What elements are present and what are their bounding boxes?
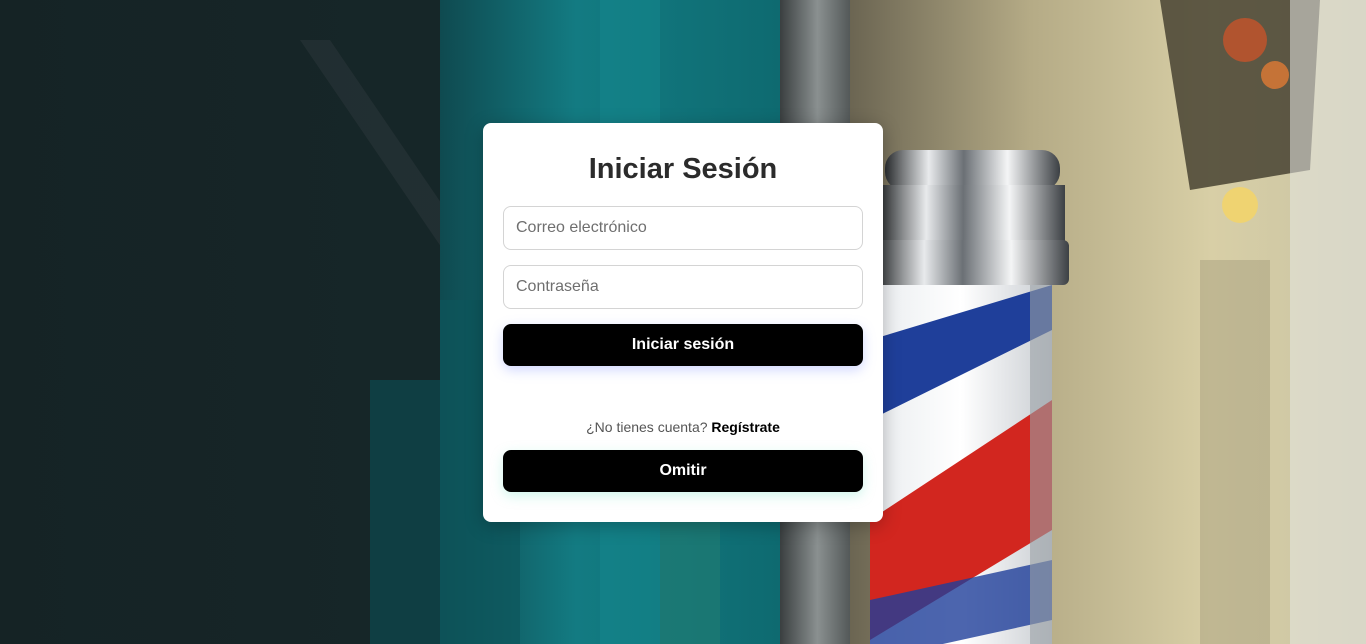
register-prompt: ¿No tienes cuenta? Regístrate bbox=[483, 419, 883, 435]
email-field[interactable] bbox=[503, 206, 863, 250]
skip-button[interactable]: Omitir bbox=[503, 450, 863, 492]
page-title: Iniciar Sesión bbox=[588, 153, 778, 185]
password-field[interactable] bbox=[503, 265, 863, 309]
login-card: Iniciar Sesión Iniciar sesión ¿No tienes… bbox=[483, 123, 883, 522]
register-link[interactable]: Regístrate bbox=[711, 419, 779, 435]
no-account-text: ¿No tienes cuenta? bbox=[586, 419, 708, 435]
login-button[interactable]: Iniciar sesión bbox=[503, 324, 863, 366]
